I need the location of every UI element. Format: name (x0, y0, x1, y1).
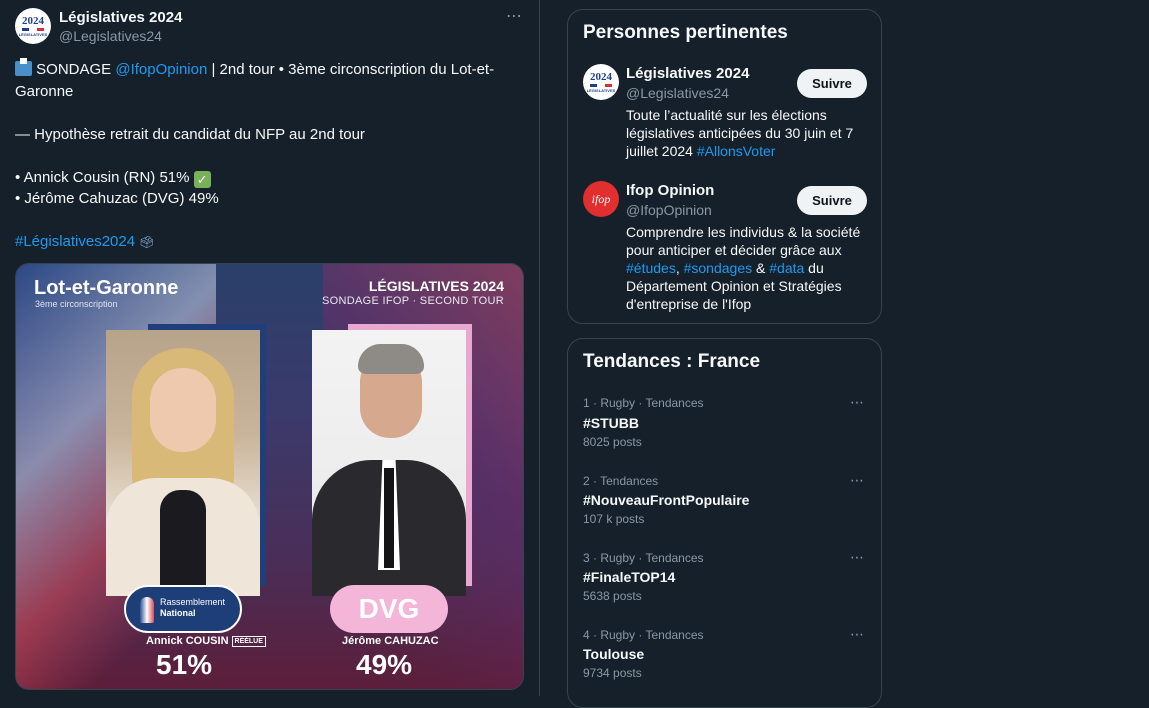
person-avatar-ifop[interactable]: ifop (583, 181, 619, 217)
trend-name: Toulouse (583, 646, 645, 662)
trend-meta: 1 · Rugby · Tendances (583, 396, 704, 410)
author-name[interactable]: Législatives 2024 (59, 9, 182, 26)
media-region: Lot-et-Garonne (34, 277, 179, 299)
media-circonscription: 3ème circonscription (35, 299, 118, 309)
relevant-people-card: Personnes pertinentes 2024 LÉGISLATIVES … (567, 9, 882, 324)
trend-more-icon[interactable]: ⋯ (850, 394, 865, 411)
flag-icon (22, 27, 44, 31)
follow-button[interactable]: Suivre (797, 69, 867, 98)
ballot-emoji-icon: 🗳 (139, 235, 155, 249)
tweet-media-image[interactable]: Lot-et-Garonne 3ème circonscription LÉGI… (15, 263, 524, 690)
trend-meta: 4 · Rugby · Tendances (583, 628, 704, 642)
bio-hashtag-link[interactable]: #sondages (684, 260, 753, 276)
candidate-right-percent: 49% (356, 649, 413, 680)
dvg-label: DVG (358, 593, 420, 624)
person-bio: Toute l’actualité sur les élections légi… (626, 106, 866, 160)
bio-hashtag-link[interactable]: #études (626, 260, 676, 276)
logo-year: 2024 (590, 70, 612, 83)
trend-name: #FinaleTOP14 (583, 569, 676, 585)
trend-name: #NouveauFrontPopulaire (583, 492, 750, 508)
person-bio-sep: , (675, 260, 684, 276)
candidate-left-percent: 51% (156, 649, 213, 680)
person-bio: Comprendre les individus & la société po… (626, 223, 866, 313)
trend-more-icon[interactable]: ⋯ (850, 472, 865, 489)
trend-meta: 2 · Tendances (583, 474, 659, 488)
person-handle[interactable]: @Legislatives24 (626, 85, 729, 101)
person-handle[interactable]: @IfopOpinion (626, 202, 712, 218)
person-bio-sep: & (752, 260, 770, 276)
bio-hashtag-link[interactable]: #data (769, 260, 804, 276)
more-options-icon[interactable]: ⋯ (506, 6, 523, 26)
bio-hashtag-link[interactable]: #AllonsVoter (697, 143, 776, 159)
tweet-line1-prefix: SONDAGE (36, 61, 116, 78)
candidate-right-photo (312, 330, 466, 596)
candidate-left-photo (106, 330, 260, 596)
candidate-right-name: Jérôme CAHUZAC (342, 635, 439, 647)
person-bio-text: Comprendre les individus & la société po… (626, 224, 861, 258)
rn-party-top: Rassemblement (160, 597, 226, 607)
tweet-line3: — Hypothèse retrait du candidat du NFP a… (15, 125, 365, 143)
trend-more-icon[interactable]: ⋯ (850, 549, 865, 566)
person-name[interactable]: Ifop Opinion (626, 182, 714, 199)
flag-icon (590, 83, 612, 87)
logo-year: 2024 (22, 14, 44, 27)
reelue-tag: RÉÉLUE (231, 636, 266, 647)
logo-text: LÉGISLATIVES (586, 87, 616, 93)
tweet-line2: Garonne (15, 82, 74, 100)
tweet-line5: • Jérôme Cahuzac (DVG) 49% (15, 190, 219, 207)
trends-title: Tendances : France (583, 351, 761, 372)
mention-link[interactable]: @IfopOpinion (115, 61, 207, 78)
tweet-line1-suffix: | 2nd tour • 3ème circonscription du Lot… (207, 61, 495, 78)
author-avatar[interactable]: 2024 LÉGISLATIVES (15, 8, 51, 44)
candidate-left-name-text: Annick COUSIN (146, 635, 229, 647)
tweet-line4: • Annick Cousin (RN) 51% (15, 168, 194, 186)
trend-meta: 3 · Rugby · Tendances (583, 551, 704, 565)
media-title: LÉGISLATIVES 2024 (368, 278, 504, 294)
follow-button[interactable]: Suivre (797, 186, 867, 215)
person-avatar-legislatives[interactable]: 2024 LÉGISLATIVES (583, 64, 619, 100)
trend-count: 5638 posts (583, 589, 642, 603)
trend-count: 8025 posts (583, 435, 642, 449)
party-badge-rn: Rassemblement National (124, 585, 242, 633)
media-subtitle: SONDAGE IFOP · SECOND TOUR (322, 295, 504, 307)
trend-more-icon[interactable]: ⋯ (850, 626, 865, 643)
ifop-logo-text: ifop (591, 191, 611, 206)
tweet-text: SONDAGE @IfopOpinion | 2nd tour • 3ème c… (15, 58, 525, 254)
main-column: 2024 LÉGISLATIVES Législatives 2024 @Leg… (0, 0, 540, 696)
trend-count: 107 k posts (583, 512, 645, 526)
trend-count: 9734 posts (583, 666, 642, 680)
logo-text: LÉGISLATIVES (18, 31, 48, 37)
flame-logo-icon (140, 597, 154, 623)
person-name[interactable]: Législatives 2024 (626, 65, 749, 82)
author-handle[interactable]: @Legislatives24 (59, 28, 162, 44)
trends-card: Tendances : France 1 · Rugby · Tendances… (567, 338, 882, 708)
rn-party-bottom: National (160, 608, 196, 618)
relevant-people-title: Personnes pertinentes (583, 22, 788, 43)
party-badge-dvg: DVG (330, 585, 448, 633)
trend-name: #STUBB (583, 415, 640, 431)
candidate-left-name: Annick COUSIN RÉÉLUE (146, 635, 266, 647)
ballot-box-icon (15, 58, 32, 76)
hashtag-link[interactable]: #Législatives2024 (15, 233, 135, 250)
check-mark-icon: ✓ (193, 170, 211, 188)
